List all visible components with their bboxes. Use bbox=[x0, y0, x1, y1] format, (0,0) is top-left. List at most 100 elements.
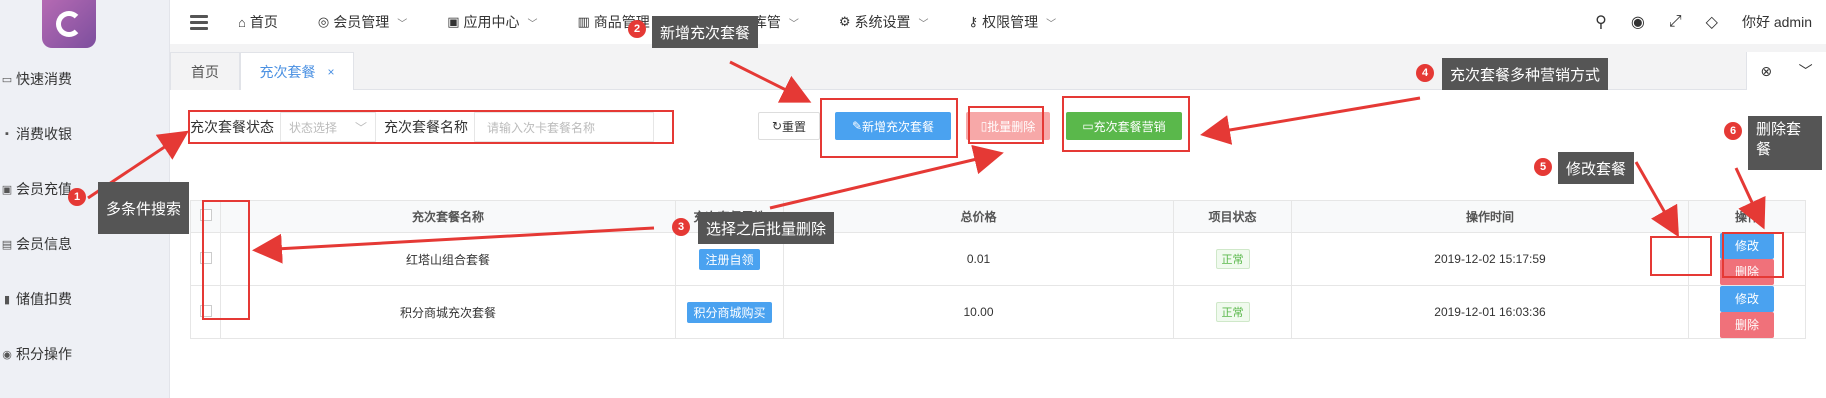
annotation-callout-5: 修改套餐 bbox=[1558, 152, 1635, 184]
annotation-box-search bbox=[188, 110, 674, 144]
chevron-down-icon: ﹀ bbox=[1046, 18, 1057, 30]
sidebar-item-label: 会员充值 bbox=[16, 181, 72, 197]
delete-button[interactable]: 删除 bbox=[1720, 312, 1774, 338]
table-row: 积分商城充次套餐 积分商城购买 10.00 正常 2019-12-01 16:0… bbox=[190, 285, 1806, 339]
sidebar-item-label: 消费收银 bbox=[16, 126, 72, 142]
annotation-box-add bbox=[820, 98, 958, 158]
bag-icon: ▥ bbox=[577, 14, 590, 29]
col-actions: 操作 bbox=[1688, 200, 1806, 233]
cell-name: 红塔山组合套餐 bbox=[220, 232, 676, 286]
search-icon[interactable]: ⚲ bbox=[1595, 12, 1607, 32]
cell-price: 10.00 bbox=[783, 285, 1174, 339]
close-circle-icon[interactable]: ⊗ bbox=[1760, 63, 1772, 80]
col-price: 总价格 bbox=[783, 200, 1174, 233]
tab-label: 首页 bbox=[191, 63, 219, 80]
annotation-callout-2: 新增充次套餐 bbox=[652, 16, 759, 48]
reset-button[interactable]: ↻ 重置 bbox=[758, 112, 820, 140]
table-row: 红塔山组合套餐 注册自领 0.01 正常 2019-12-02 15:17:59… bbox=[190, 232, 1806, 286]
nav-permissions[interactable]: ⚷ 权限管理 ﹀ bbox=[969, 12, 1057, 32]
annotation-callout-3: 选择之后批量删除 bbox=[698, 212, 835, 244]
sidebar-item-label: 会员信息 bbox=[16, 236, 72, 252]
diamond-icon[interactable]: ◇ bbox=[1706, 12, 1718, 32]
annotation-badge-3: 3 bbox=[672, 218, 690, 236]
nav-member[interactable]: ◎ 会员管理 ﹀ bbox=[318, 12, 407, 32]
chevron-down-icon[interactable]: ﹀ bbox=[1799, 61, 1813, 81]
page: ▭ 快速消费 ▪ 消费收银 ▣ 会员充值 ▤ 会员信息 ▮ 储值扣费 ◉ 积分操作 ⌂ 首页 … bbox=[0, 0, 1826, 398]
sidebar-item-points[interactable]: ◉ 积分操作 bbox=[0, 339, 170, 369]
annotation-callout-6: 删除套餐 bbox=[1748, 116, 1822, 170]
annotation-badge-1: 1 bbox=[68, 188, 86, 206]
sidebar-item-deduct[interactable]: ▮ 储值扣费 bbox=[0, 284, 170, 314]
tab-label: 充次套餐 bbox=[259, 63, 316, 80]
annotation-callout-4: 充次套餐多种营销方式 bbox=[1442, 58, 1609, 90]
chevron-down-icon: ﹀ bbox=[788, 18, 799, 30]
annotation-box-marketing bbox=[1062, 96, 1190, 152]
wallet-icon: ▣ bbox=[1, 183, 13, 196]
sidebar-item-checkout[interactable]: ▪ 消费收银 bbox=[0, 119, 170, 149]
cell-actions: 修改删除 bbox=[1688, 285, 1806, 339]
nav-label: 应用中心 bbox=[463, 14, 520, 30]
nav-label: 系统设置 bbox=[854, 14, 911, 30]
ticket-icon: ▭ bbox=[1, 73, 13, 86]
sidebar-item-quick-consume[interactable]: ▭ 快速消费 bbox=[0, 64, 170, 94]
status-badge: 正常 bbox=[1215, 302, 1250, 322]
nav-label: 权限管理 bbox=[982, 14, 1039, 30]
col-name: 充次套餐名称 bbox=[220, 200, 676, 233]
app-icon: ▣ bbox=[447, 14, 460, 29]
annotation-box-checkboxes bbox=[202, 200, 250, 320]
annotation-badge-5: 5 bbox=[1534, 158, 1552, 176]
annotation-box-batch-delete bbox=[968, 106, 1044, 144]
chevron-down-icon: ﹀ bbox=[397, 18, 408, 30]
sidebar-item-label: 储值扣费 bbox=[16, 291, 72, 307]
record-icon[interactable]: ◉ bbox=[1631, 12, 1645, 32]
cell-time: 2019-12-01 16:03:36 bbox=[1291, 285, 1689, 339]
cell-name: 积分商城充次套餐 bbox=[220, 285, 676, 339]
button-label: 重置 bbox=[782, 119, 807, 134]
nav-home[interactable]: ⌂ 首页 bbox=[238, 12, 278, 32]
cell-time: 2019-12-02 15:17:59 bbox=[1291, 232, 1689, 286]
nav-label: 会员管理 bbox=[333, 14, 390, 30]
sidebar-item-label: 快速消费 bbox=[16, 71, 72, 87]
chevron-down-icon: ﹀ bbox=[527, 18, 538, 30]
tab-controls: ⊗ ﹀ bbox=[1746, 52, 1826, 90]
nav-apps[interactable]: ▣ 应用中心 ﹀ bbox=[447, 12, 537, 32]
col-status: 项目状态 bbox=[1173, 200, 1292, 233]
attr-tag: 注册自领 bbox=[699, 248, 760, 270]
logo-ring-icon bbox=[56, 11, 82, 37]
annotation-box-delete bbox=[1722, 232, 1784, 278]
home-icon: ⌂ bbox=[238, 14, 246, 30]
card-icon: ▮ bbox=[3, 293, 11, 306]
chevron-down-icon: ﹀ bbox=[918, 18, 929, 30]
top-bar: ⌂首页 ◎会员管理﹀ ▣应用中心﹀ ▥商品管理﹀ ▦ERP库管﹀ ⚙系统设置﹀ … bbox=[170, 0, 1826, 44]
annotation-box-edit bbox=[1650, 236, 1712, 276]
user-icon: ◎ bbox=[317, 14, 330, 29]
close-icon[interactable]: × bbox=[327, 65, 334, 79]
list-icon: ▤ bbox=[1, 238, 13, 251]
table-header-row: 充次套餐名称 充次套餐属性 总价格 项目状态 操作时间 操作 bbox=[190, 200, 1806, 233]
annotation-badge-4: 4 bbox=[1416, 64, 1434, 82]
top-right-tools: ⚲ ◉ ⤢ ◇ 你好 admin bbox=[1595, 0, 1812, 44]
user-greeting[interactable]: 你好 admin bbox=[1742, 12, 1812, 32]
annotation-badge-2: 2 bbox=[628, 20, 646, 38]
attr-tag: 积分商城购买 bbox=[687, 301, 772, 323]
nav-settings[interactable]: ⚙ 系统设置 ﹀ bbox=[839, 12, 929, 32]
cell-status: 正常 bbox=[1173, 285, 1292, 339]
cart-icon: ▪ bbox=[5, 128, 9, 140]
refresh-icon: ↻ bbox=[771, 119, 783, 133]
tab-home[interactable]: 首页 bbox=[170, 52, 240, 91]
status-badge: 正常 bbox=[1215, 249, 1250, 269]
cell-price: 0.01 bbox=[783, 232, 1174, 286]
cell-attr: 积分商城购买 bbox=[675, 285, 784, 339]
app-logo[interactable] bbox=[42, 0, 96, 48]
col-time: 操作时间 bbox=[1291, 200, 1689, 233]
key-icon: ⚷ bbox=[968, 14, 979, 29]
fullscreen-icon[interactable]: ⤢ bbox=[1669, 13, 1682, 31]
annotation-callout-1: 多条件搜索 bbox=[98, 182, 190, 234]
edit-button[interactable]: 修改 bbox=[1720, 286, 1774, 312]
menu-toggle-icon[interactable] bbox=[190, 12, 208, 33]
nav-label: 首页 bbox=[249, 14, 278, 30]
gear-icon: ⚙ bbox=[838, 14, 851, 29]
tab-recharge-package[interactable]: 充次套餐 × bbox=[240, 52, 354, 91]
coins-icon: ◉ bbox=[2, 348, 12, 361]
cell-status: 正常 bbox=[1173, 232, 1292, 286]
